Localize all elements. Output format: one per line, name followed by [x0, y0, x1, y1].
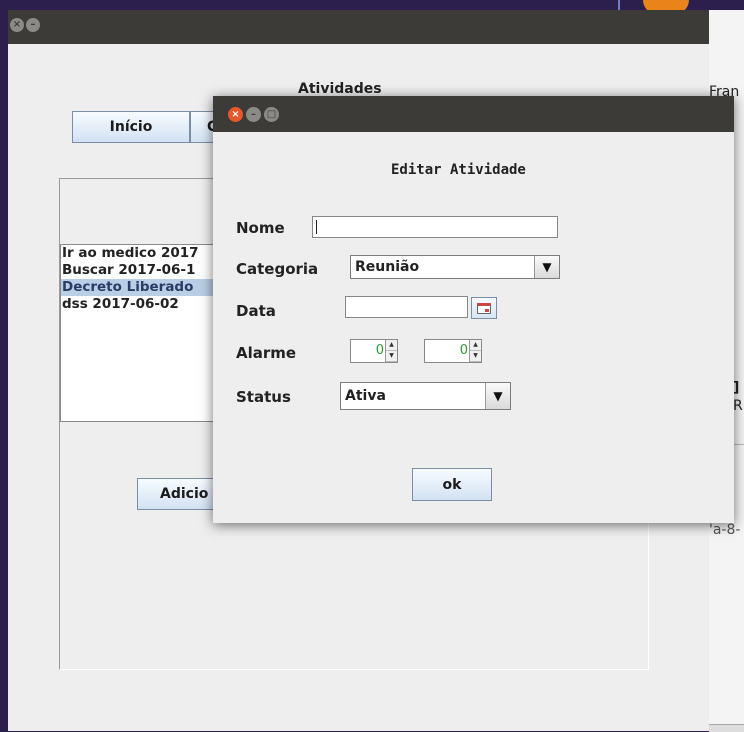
spinner-up-icon[interactable]: ▲ [470, 340, 481, 351]
date-picker-button[interactable] [471, 297, 497, 319]
nome-input[interactable] [312, 216, 558, 238]
spinner-down-icon[interactable]: ▼ [386, 351, 397, 362]
alarme-hour-value: 0 [375, 343, 384, 358]
spinner-arrows[interactable]: ▲ ▼ [469, 340, 481, 362]
status-value: Ativa [345, 388, 386, 404]
activity-list[interactable]: Ir ao medico 2017 Buscar 2017-06-1 Decre… [60, 244, 220, 422]
spinner-up-icon[interactable]: ▲ [386, 340, 397, 351]
edit-activity-dialog: × – □ Editar Atividade Nome Categoria Re… [213, 96, 734, 523]
chevron-down-icon[interactable]: ▼ [534, 256, 559, 278]
dialog-title: Editar Atividade [391, 162, 526, 178]
tab-inicio[interactable]: Início [72, 111, 190, 143]
alarme-label: Alarme [236, 344, 297, 362]
dialog-close-button[interactable]: × [228, 107, 243, 122]
list-item[interactable]: dss 2017-06-02 [61, 296, 219, 313]
main-minimize-button[interactable]: – [26, 18, 40, 32]
categoria-value: Reunião [355, 259, 420, 275]
alarme-minute-value: 0 [459, 343, 468, 358]
dialog-titlebar[interactable]: × – □ [213, 96, 734, 132]
categoria-label: Categoria [236, 260, 319, 278]
ok-button[interactable]: ok [412, 468, 492, 501]
calendar-icon [477, 302, 491, 314]
nome-label: Nome [236, 219, 285, 237]
status-select[interactable]: Ativa ▼ [340, 382, 511, 410]
main-close-button[interactable]: × [10, 18, 24, 32]
background-window-text: R( [733, 398, 744, 414]
minimize-icon: – [251, 109, 256, 120]
spinner-down-icon[interactable]: ▼ [470, 351, 481, 362]
list-item[interactable]: Ir ao medico 2017 [61, 245, 219, 262]
minimize-icon: – [30, 19, 36, 30]
categoria-select[interactable]: Reunião ▼ [350, 255, 560, 279]
data-input[interactable] [345, 296, 468, 318]
main-window-titlebar[interactable]: × – [8, 10, 709, 44]
close-icon: × [231, 109, 240, 120]
alarme-hour-spinner[interactable]: 0 ▲ ▼ [350, 339, 398, 363]
list-item[interactable]: Buscar 2017-06-1 [61, 262, 219, 279]
close-icon: × [12, 19, 22, 30]
dialog-minimize-button[interactable]: – [246, 107, 261, 122]
dialog-maximize-button[interactable]: □ [264, 107, 279, 122]
status-label: Status [236, 388, 291, 406]
main-heading: Atividades [298, 81, 382, 97]
maximize-icon: □ [266, 109, 277, 120]
list-item-selected[interactable]: Decreto Liberado [61, 279, 219, 296]
background-window-text: 'a-8- [709, 522, 741, 538]
chevron-down-icon[interactable]: ▼ [485, 383, 510, 409]
spinner-arrows[interactable]: ▲ ▼ [385, 340, 397, 362]
alarme-minute-spinner[interactable]: 0 ▲ ▼ [424, 339, 482, 363]
data-label: Data [236, 302, 276, 320]
